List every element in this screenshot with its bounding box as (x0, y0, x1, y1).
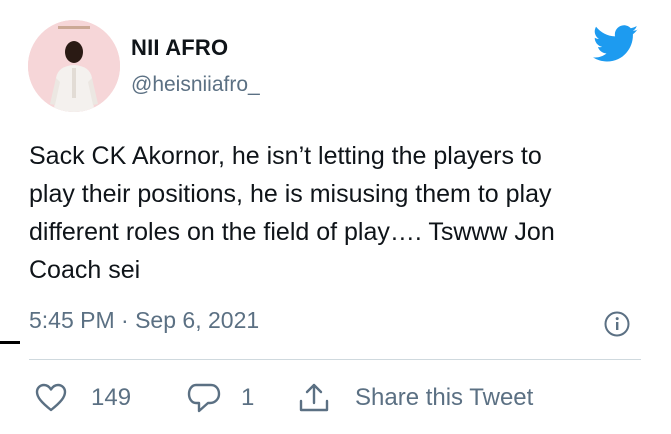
divider (29, 359, 641, 360)
reply-bubble-icon (187, 383, 221, 413)
info-icon[interactable] (604, 311, 630, 337)
tweet-card: NII AFRO @heisniiafro_ Sack CK Akornor, … (0, 0, 671, 434)
share-button[interactable]: Share this Tweet (297, 378, 533, 418)
edge-marker (0, 341, 20, 344)
profile-photo (28, 20, 120, 112)
reply-button[interactable]: 1 (187, 378, 254, 418)
heart-icon (35, 383, 67, 412)
avatar[interactable] (28, 20, 120, 112)
like-button[interactable]: 149 (35, 378, 131, 418)
tweet-timestamp[interactable]: 5:45 PM · Sep 6, 2021 (29, 307, 259, 334)
tweet-text: Sack CK Akornor, he isn’t letting the pl… (29, 142, 555, 284)
like-count: 149 (91, 384, 132, 411)
share-label: Share this Tweet (355, 384, 534, 411)
user-handle[interactable]: @heisniiafro_ (131, 73, 260, 97)
display-name[interactable]: NII AFRO (131, 35, 228, 61)
twitter-bird-icon[interactable] (593, 25, 639, 63)
reply-count: 1 (241, 384, 255, 411)
share-icon (299, 383, 329, 412)
